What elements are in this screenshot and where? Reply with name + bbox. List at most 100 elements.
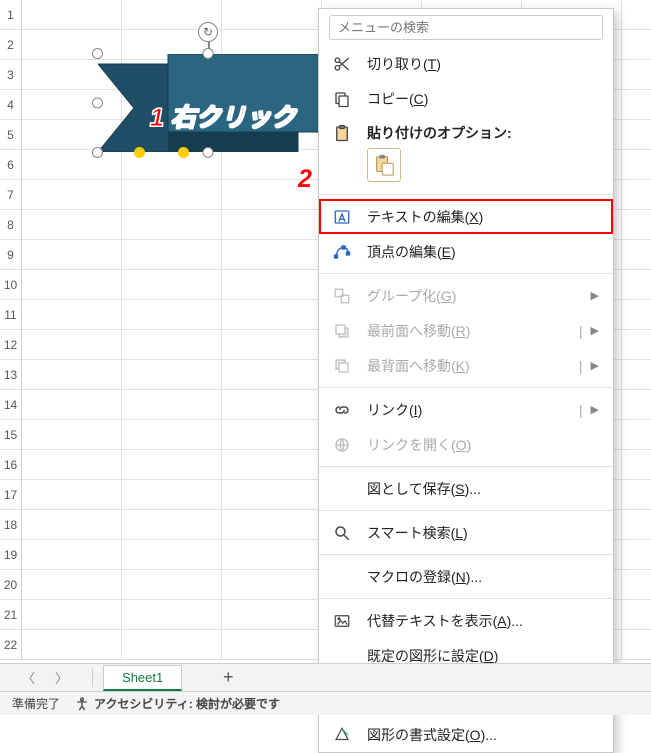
adjust-handle[interactable] [134,147,145,158]
rotate-handle-icon[interactable]: ↻ [198,22,218,42]
sheet-tabstrip: 〈 〉 Sheet1 + [0,663,651,691]
paste-option-button[interactable] [367,148,401,182]
row-header[interactable]: 2 [0,30,22,60]
resize-handle[interactable] [92,48,103,59]
accessibility-status[interactable]: アクセシビリティ: 検討が必要です [74,695,280,712]
row-header[interactable]: 10 [0,270,22,300]
link-icon [331,399,353,421]
menu-edit-text[interactable]: テキストの編集(X) [319,199,613,234]
menu-copy[interactable]: コピー(C) [319,81,613,116]
menu-save-as-picture[interactable]: 図として保存(S)... [319,471,613,506]
adjust-handle[interactable] [178,147,189,158]
chevron-right-icon: ▶ [591,324,599,337]
menu-smart-lookup[interactable]: スマート検索(L) [319,515,613,550]
tab-prev-button[interactable]: 〈 [22,668,35,687]
menu-label: スマート検索(L) [367,523,599,543]
sheet-tab[interactable]: Sheet1 [103,665,182,691]
menu-cut[interactable]: 切り取り(T) [319,46,613,81]
resize-handle[interactable] [203,48,214,59]
tab-next-button[interactable]: 〉 [55,668,68,687]
row-header[interactable]: 6 [0,150,22,180]
row-header[interactable]: 13 [0,360,22,390]
menu-label: 最前面へ移動(R) [367,321,579,341]
separator [92,669,93,687]
menu-label: リンク(I) [367,400,579,420]
chevron-right-icon: ▶ [591,359,599,372]
menu-bring-front: 最前面へ移動(R) | ▶ [319,313,613,348]
row-header[interactable]: 14 [0,390,22,420]
add-sheet-button[interactable]: + [212,665,244,691]
alt-text-icon [331,610,353,632]
menu-label: 図として保存(S)... [367,479,599,499]
resize-handle[interactable] [92,98,103,109]
menu-label: 切り取り(T) [367,54,599,74]
row-header[interactable]: 18 [0,510,22,540]
resize-handle[interactable] [92,147,103,158]
row-header[interactable]: 19 [0,540,22,570]
menu-link[interactable]: リンク(I) | ▶ [319,392,613,427]
menu-label: 代替テキストを表示(A)... [367,611,599,631]
annotation-step2: 2 [298,165,312,194]
menu-label: 最背面へ移動(K) [367,356,579,376]
menu-group: グループ化(G) ▶ [319,278,613,313]
menu-search-input[interactable] [329,15,603,40]
row-header[interactable]: 3 [0,60,22,90]
row-header[interactable]: 4 [0,90,22,120]
send-back-icon [331,355,353,377]
menu-format-shape[interactable]: 図形の書式設定(O)... [319,717,613,752]
menu-label: リンクを開く(O) [367,435,599,455]
chevron-right-icon: ▶ [591,289,599,302]
row-header[interactable]: 1 [0,0,22,30]
menu-open-link: リンクを開く(O) [319,427,613,462]
separator [319,273,613,274]
row-header[interactable]: 17 [0,480,22,510]
format-shape-icon [331,724,353,746]
separator [319,194,613,195]
menu-label: コピー(C) [367,89,599,109]
split-bar: | [579,402,583,418]
separator [319,510,613,511]
menu-alt-text[interactable]: 代替テキストを表示(A)... [319,603,613,638]
menu-edit-points[interactable]: 頂点の編集(E) [319,234,613,269]
search-icon [331,522,353,544]
clipboard-icon [331,122,353,144]
menu-record-macro[interactable]: マクロの登録(N)... [319,559,613,594]
row-header[interactable]: 12 [0,330,22,360]
chevron-right-icon: ▶ [591,403,599,416]
copy-icon [331,88,353,110]
accessibility-icon [74,696,90,712]
row-header[interactable]: 7 [0,180,22,210]
status-ready: 準備完了 [12,695,60,712]
row-header[interactable]: 11 [0,300,22,330]
group-icon [331,285,353,307]
row-headers: 1 2 3 4 5 6 7 8 9 10 11 12 13 14 15 16 1… [0,0,22,660]
status-bar: 準備完了 アクセシビリティ: 検討が必要です [0,691,651,715]
separator [319,554,613,555]
scissors-icon [331,53,353,75]
split-bar: | [579,323,583,339]
menu-send-back: 最背面へ移動(K) | ▶ [319,348,613,383]
open-link-icon [331,434,353,456]
row-header[interactable]: 22 [0,630,22,660]
split-bar: | [579,358,583,374]
row-header[interactable]: 15 [0,420,22,450]
row-header[interactable]: 16 [0,450,22,480]
row-header[interactable]: 8 [0,210,22,240]
row-header[interactable]: 21 [0,600,22,630]
edit-points-icon [331,241,353,263]
resize-handle[interactable] [203,147,214,158]
text-box-icon [331,206,353,228]
context-menu: 切り取り(T) コピー(C) 貼り付けのオプション: テキストの編集(X) 頂点… [318,8,614,753]
menu-label: 貼り付けのオプション: [367,123,512,143]
separator [319,466,613,467]
annotation-step1: 1 右クリック [150,98,296,134]
row-header[interactable]: 20 [0,570,22,600]
menu-label: 図形の書式設定(O)... [367,725,599,745]
row-header[interactable]: 9 [0,240,22,270]
menu-label: グループ化(G) [367,286,591,306]
bring-front-icon [331,320,353,342]
row-header[interactable]: 5 [0,120,22,150]
separator [319,598,613,599]
menu-label: テキストの編集(X) [367,207,599,227]
menu-paste-heading: 貼り付けのオプション: [319,116,613,146]
